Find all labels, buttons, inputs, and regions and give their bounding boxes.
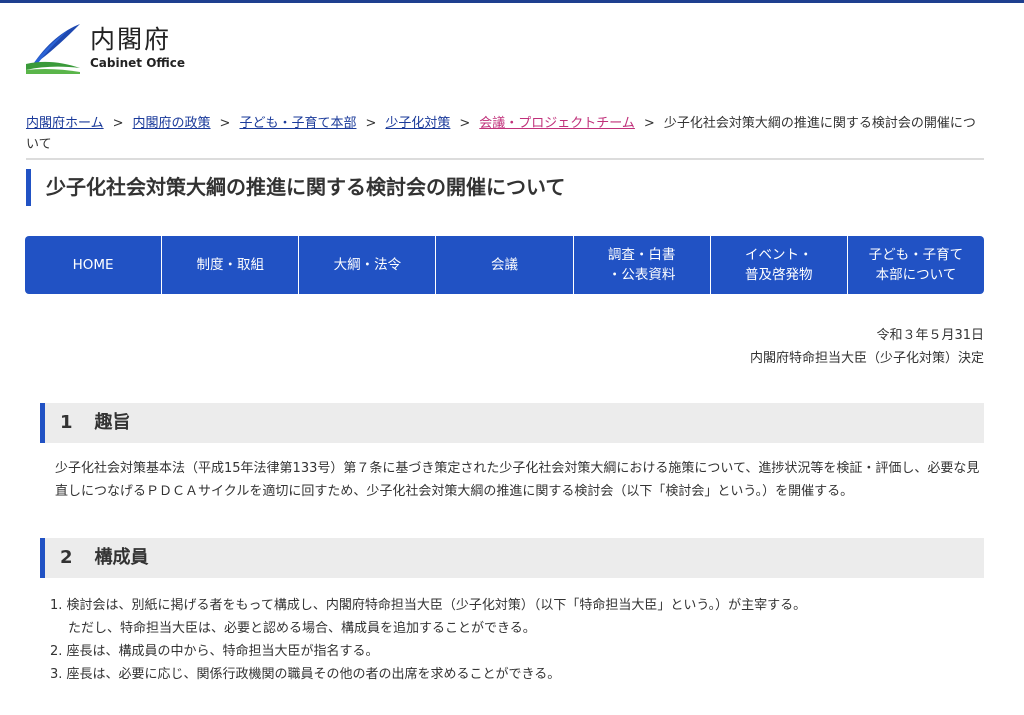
cabinet-office-logo[interactable]: 内閣府 Cabinet Office bbox=[24, 20, 244, 76]
breadcrumb-separator: > bbox=[643, 116, 655, 131]
breadcrumb-divider bbox=[26, 158, 984, 160]
logo-japanese-name: 内閣府 bbox=[90, 25, 172, 54]
section-number: 2 bbox=[60, 547, 73, 568]
breadcrumb-link-meetings[interactable]: 会議・プロジェクトチーム bbox=[479, 116, 635, 131]
breadcrumb-separator: > bbox=[112, 116, 124, 131]
section-title: 構成員 bbox=[94, 547, 149, 568]
list-item: 1. 検討会は、別紙に掲げる者をもって構成し、内閣府特命担当大臣（少子化対策）（… bbox=[50, 598, 807, 613]
page-title: 少子化社会対策大綱の推進に関する検討会の開催について bbox=[26, 169, 984, 206]
nav-item-outline-laws[interactable]: 大綱・法令 bbox=[298, 236, 435, 294]
list-item: 3. 座長は、必要に応じ、関係行政機関の職員その他の者の出席を求めることができる… bbox=[50, 667, 561, 682]
cabinet-office-emblem-icon bbox=[26, 24, 80, 74]
section-heading-purpose: 1 趣旨 bbox=[40, 403, 984, 443]
section-number: 1 bbox=[60, 412, 73, 433]
decision-author: 内閣府特命担当大臣（少子化対策）決定 bbox=[749, 351, 984, 366]
breadcrumb-separator: > bbox=[365, 116, 377, 131]
breadcrumb-link-birthrate-policy[interactable]: 少子化対策 bbox=[385, 116, 450, 131]
list-item: 2. 座長は、構成員の中から、特命担当大臣が指名する。 bbox=[50, 644, 379, 659]
nav-item-systems[interactable]: 制度・取組 bbox=[161, 236, 298, 294]
breadcrumb: 内閣府ホーム > 内閣府の政策 > 子ども・子育て本部 > 少子化対策 > 会議・プロジェクトチ… bbox=[26, 113, 986, 155]
breadcrumb-link-home[interactable]: 内閣府ホーム bbox=[26, 116, 104, 131]
members-list: 1. 検討会は、別紙に掲げる者をもって構成し、内閣府特命担当大臣（少子化対策）（… bbox=[50, 594, 980, 686]
breadcrumb-separator: > bbox=[459, 116, 471, 131]
breadcrumb-link-policy[interactable]: 内閣府の政策 bbox=[133, 116, 211, 131]
nav-item-about-hq[interactable]: 子ども・子育て 本部について bbox=[846, 236, 984, 294]
top-accent-bar bbox=[0, 0, 1024, 3]
breadcrumb-link-children-hq[interactable]: 子ども・子育て本部 bbox=[239, 116, 356, 131]
decision-meta: 令和３年５月31日 内閣府特命担当大臣（少子化対策）決定 bbox=[750, 324, 984, 370]
nav-item-meetings[interactable]: 会議 bbox=[435, 236, 572, 294]
decision-date: 令和３年５月31日 bbox=[876, 328, 984, 343]
logo-english-name: Cabinet Office bbox=[90, 56, 186, 70]
list-item-continuation: ただし、特命担当大臣は、必要と認める場合、構成員を追加することができる。 bbox=[68, 621, 536, 636]
section-title: 趣旨 bbox=[94, 412, 131, 433]
breadcrumb-separator: > bbox=[219, 116, 231, 131]
global-navigation: HOME 制度・取組 大綱・法令 会議 調査・白書 ・公表資料 イベント・ 普及… bbox=[25, 236, 984, 294]
nav-item-surveys[interactable]: 調査・白書 ・公表資料 bbox=[572, 236, 710, 294]
section-heading-members: 2 構成員 bbox=[40, 538, 984, 578]
nav-item-events[interactable]: イベント・ 普及啓発物 bbox=[709, 236, 847, 294]
purpose-paragraph: 少子化社会対策基本法（平成15年法律第133号）第７条に基づき策定された少子化社… bbox=[55, 461, 980, 499]
nav-item-home[interactable]: HOME bbox=[25, 236, 161, 294]
